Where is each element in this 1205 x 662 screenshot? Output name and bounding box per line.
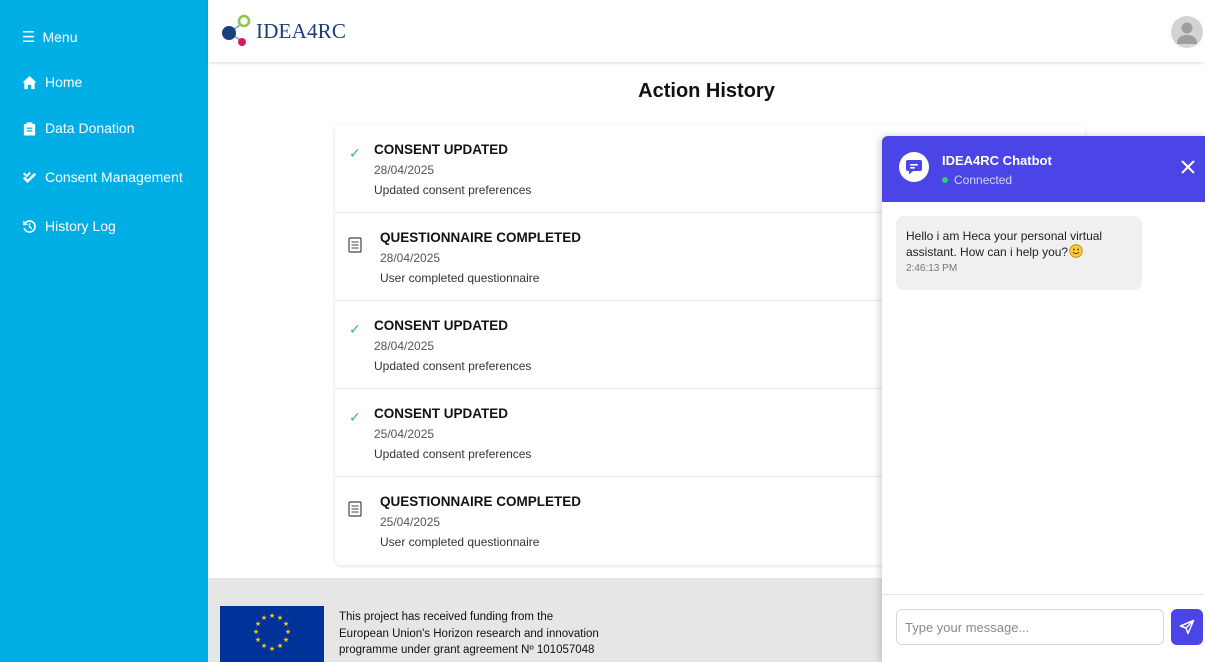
sidebar-item-data-donation[interactable]: Data Donation (22, 120, 135, 136)
user-avatar-icon (1177, 22, 1197, 44)
bot-message: Hello i am Heca your personal virtual as… (896, 216, 1142, 290)
document-icon (348, 501, 362, 517)
close-icon[interactable] (1179, 158, 1197, 176)
entry-date: 28/04/2025 (374, 163, 435, 177)
svg-text:★: ★ (277, 642, 283, 650)
svg-text:★: ★ (269, 612, 275, 620)
entry-description: Updated consent preferences (374, 359, 532, 373)
entry-date: 25/04/2025 (380, 515, 441, 529)
check-icon: ✓ (349, 409, 361, 425)
entry-title: QUESTIONNAIRE COMPLETED (380, 230, 582, 245)
entry-description: Updated consent preferences (374, 183, 532, 197)
send-icon (1179, 619, 1195, 635)
page-title: Action History (638, 80, 775, 102)
funding-notice: This project has received funding from t… (339, 609, 599, 659)
document-icon (348, 237, 362, 253)
funding-line: This project has received funding from t… (339, 611, 554, 623)
menu-label: Menu (42, 29, 78, 45)
logo-text: IDEA4RC (256, 18, 347, 43)
check-icon: ✓ (349, 145, 361, 161)
sidebar-item-label: Data Donation (45, 120, 135, 136)
message-time: 2:46:13 PM (906, 263, 958, 274)
sidebar-item-label: Home (45, 74, 83, 90)
check-icon: ✓ (349, 321, 361, 337)
hamburger-icon: ☰ (22, 28, 36, 46)
connection-status: Connected (942, 173, 1012, 187)
svg-text:★: ★ (283, 620, 289, 628)
send-button[interactable] (1171, 609, 1203, 645)
idea4rc-logo[interactable]: IDEA4RC (220, 14, 346, 48)
svg-text:★: ★ (253, 628, 259, 636)
menu-toggle-button[interactable]: ☰ Menu (22, 29, 77, 45)
sidebar-item-label: History Log (45, 218, 116, 234)
funding-line: European Union's Horizon research and in… (339, 627, 599, 640)
entry-description: User completed questionnaire (380, 271, 540, 285)
entry-description: Updated consent preferences (374, 447, 532, 461)
svg-text:★: ★ (283, 636, 289, 644)
status-label: Connected (954, 173, 1013, 187)
chatbot-header: IDEA4RC Chatbot Connected (882, 136, 1205, 202)
entry-date: 25/04/2025 (374, 427, 435, 441)
history-icon (23, 219, 36, 233)
sidebar-item-consent-management[interactable]: Consent Management (22, 169, 183, 185)
sidebar-item-label: Consent Management (45, 169, 183, 185)
svg-text:★: ★ (285, 628, 291, 636)
status-dot-icon (942, 177, 948, 183)
funding-line: programme under grant agreement Nº 10105… (339, 644, 595, 656)
bot-avatar (899, 152, 929, 182)
chatbot-title: IDEA4RC Chatbot (942, 153, 1052, 168)
entry-title: CONSENT UPDATED (374, 142, 509, 157)
home-icon (22, 75, 37, 89)
chatbot-panel: IDEA4RC Chatbot Connected Hello i am Hec… (882, 136, 1205, 662)
entry-title: CONSENT UPDATED (374, 318, 509, 333)
clipboard-icon (23, 121, 36, 136)
message-text: Hello i am Heca your personal virtual as… (906, 228, 1132, 260)
chat-input-bar (882, 594, 1205, 662)
sidebar: ☰ Menu Home Data Donation Consent Manage… (0, 0, 208, 662)
entry-date: 28/04/2025 (374, 339, 435, 353)
molecule-logo-icon (222, 14, 251, 46)
svg-text:★: ★ (261, 642, 267, 650)
user-avatar-button[interactable] (1171, 16, 1203, 48)
chat-message-input[interactable] (896, 609, 1164, 645)
entry-description: User completed questionnaire (380, 535, 540, 549)
entry-title: QUESTIONNAIRE COMPLETED (380, 494, 582, 509)
double-check-icon (22, 171, 37, 183)
svg-text:★: ★ (261, 614, 267, 622)
sidebar-item-home[interactable]: Home (22, 74, 82, 90)
eu-flag-icon: ★ ★ ★ ★ ★ ★ ★ ★ ★ ★ ★ ★ (220, 606, 324, 662)
svg-text:★: ★ (269, 645, 275, 653)
entry-title: CONSENT UPDATED (374, 406, 509, 421)
top-header: IDEA4RC (208, 0, 1205, 62)
svg-text:★: ★ (255, 620, 261, 628)
sidebar-item-history-log[interactable]: History Log (22, 218, 116, 234)
smiley-icon (1069, 244, 1083, 258)
chat-bubble-icon (906, 160, 922, 175)
entry-date: 28/04/2025 (380, 251, 441, 265)
